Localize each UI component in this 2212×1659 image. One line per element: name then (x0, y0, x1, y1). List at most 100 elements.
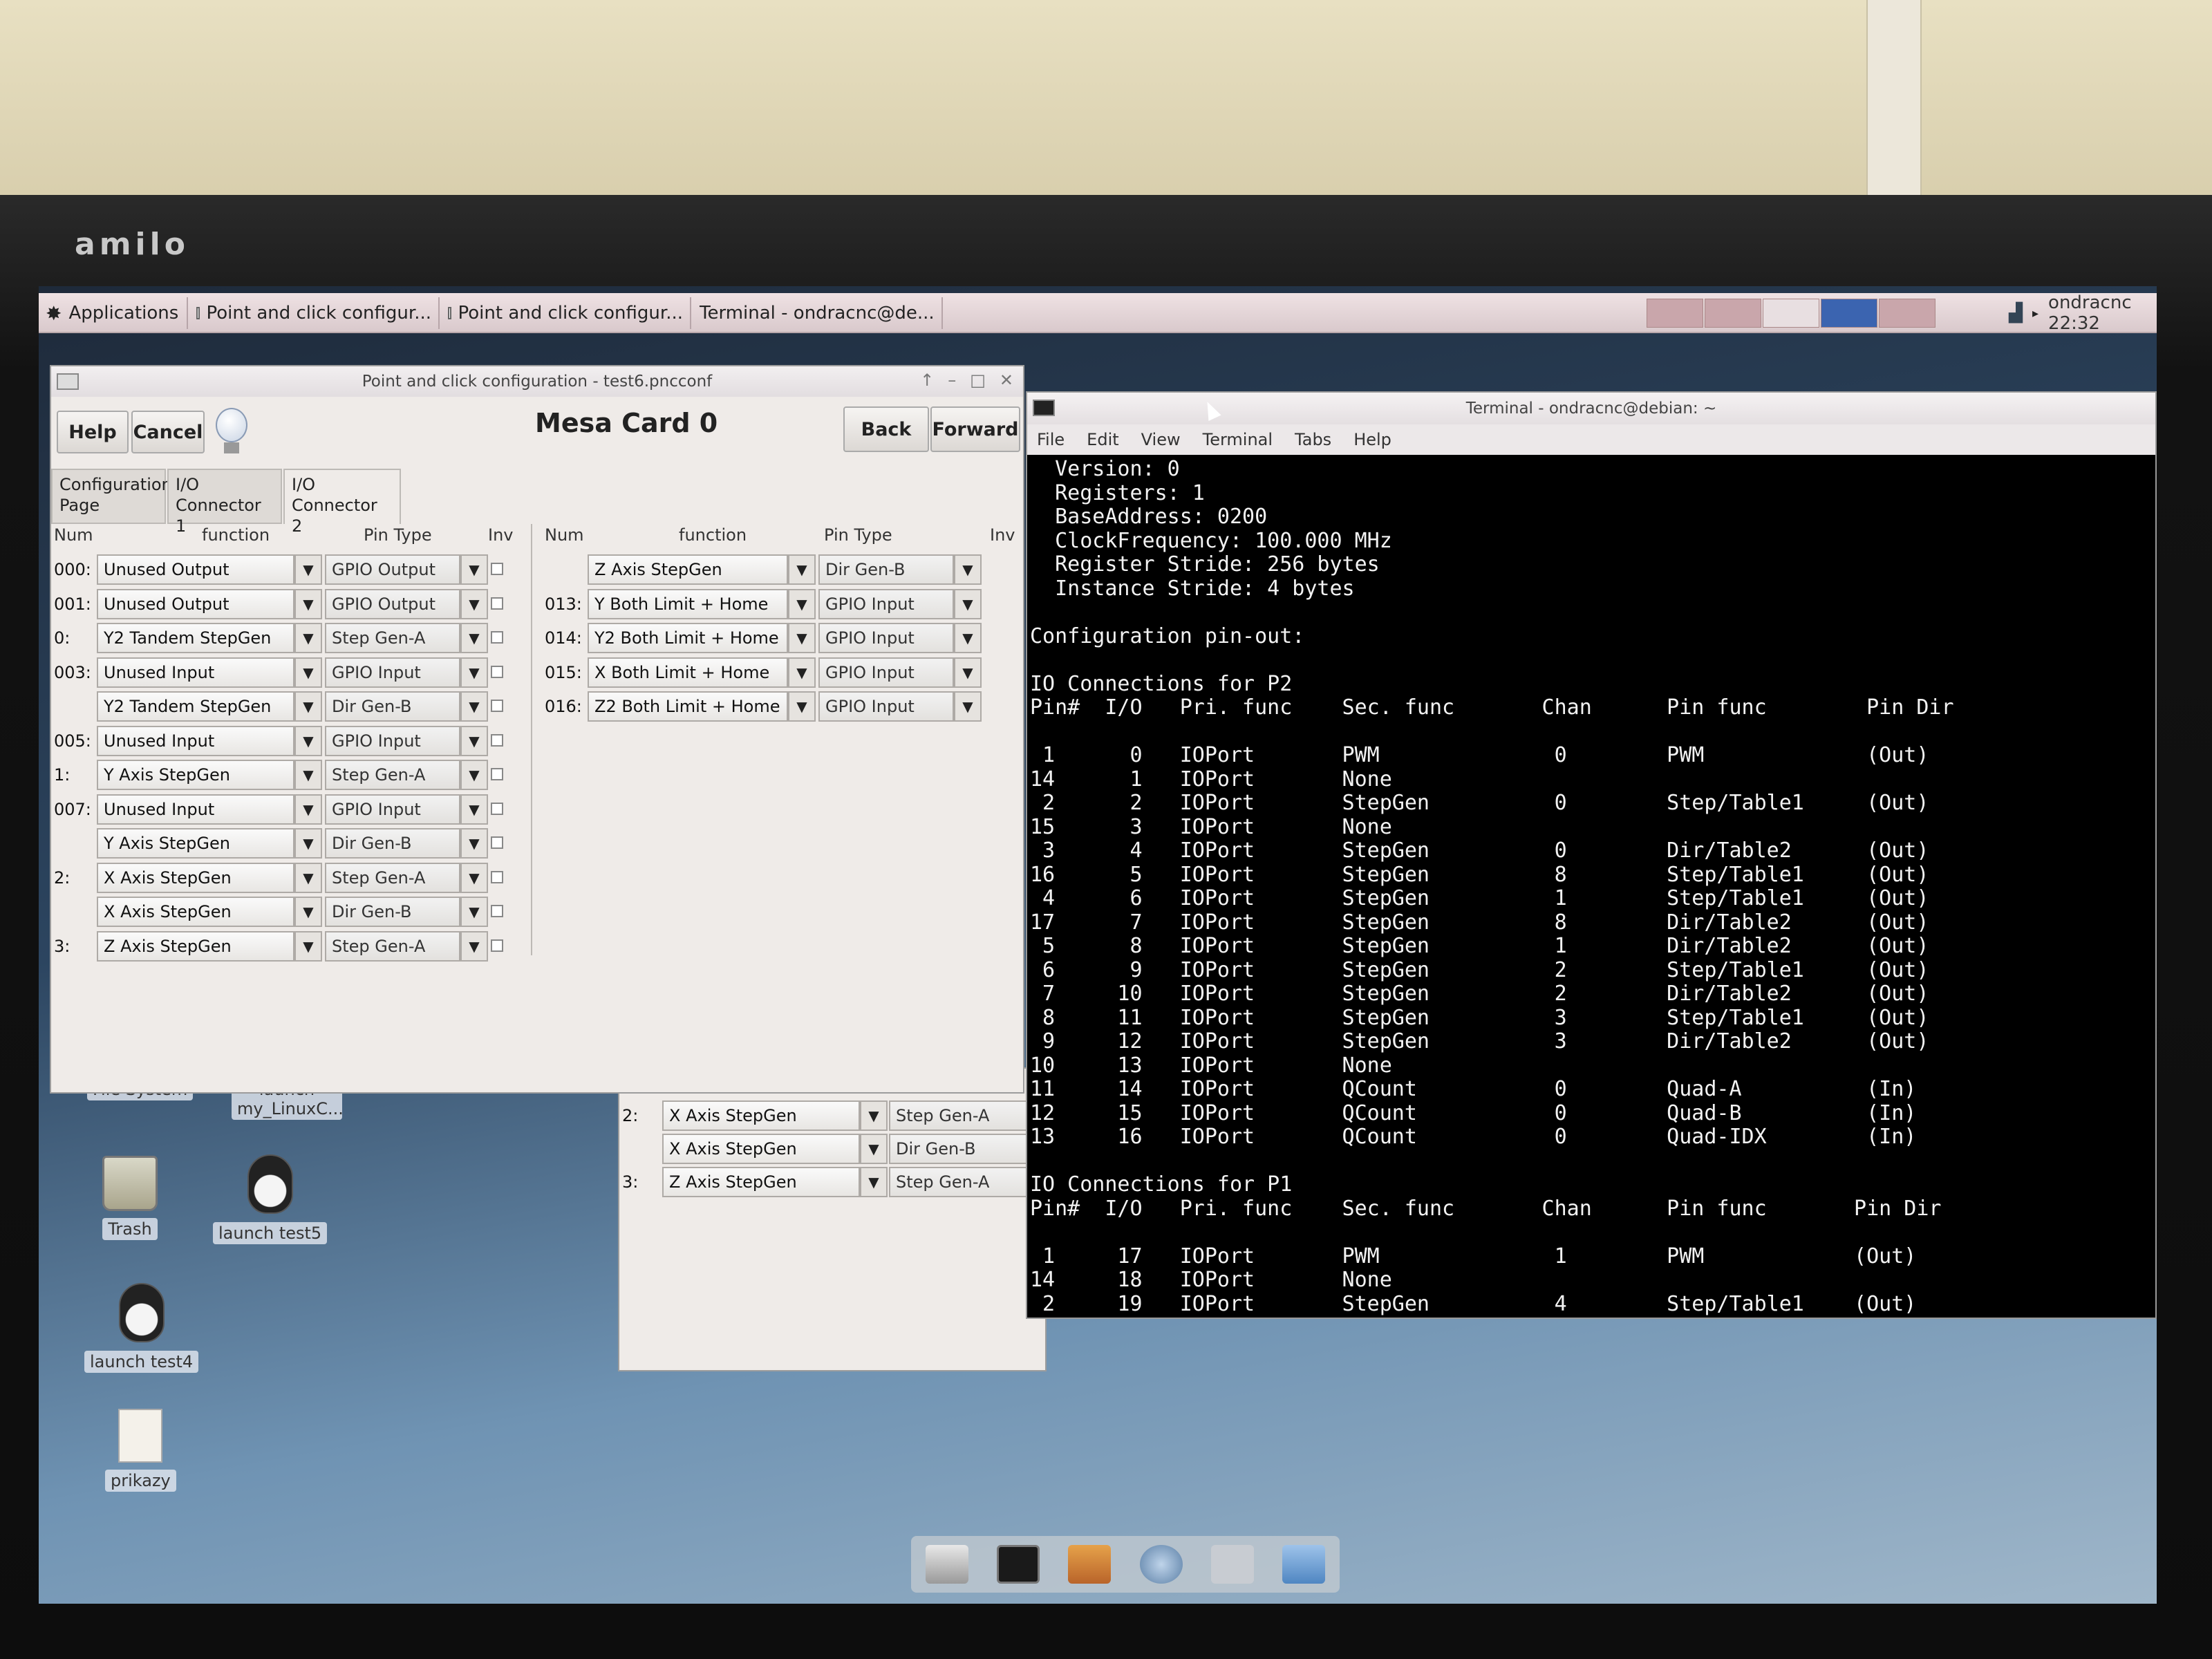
dropdown-arrow-icon[interactable]: ▼ (294, 794, 322, 825)
menu-terminal[interactable]: Terminal (1203, 430, 1273, 449)
pin-type-combo[interactable]: GPIO Input (325, 657, 460, 688)
function-combo[interactable]: Z Axis StepGen (588, 554, 788, 585)
pin-type-combo[interactable]: Dir Gen-B (818, 554, 954, 585)
dropdown-arrow-icon[interactable]: ▼ (294, 897, 322, 927)
invert-checkbox[interactable] (491, 700, 503, 712)
dropdown-arrow-icon[interactable]: ▼ (788, 691, 816, 722)
function-combo[interactable]: X Axis StepGen (662, 1134, 860, 1164)
dropdown-arrow-icon[interactable]: ▼ (460, 760, 488, 790)
workspace-3[interactable] (1763, 299, 1819, 328)
pin-type-combo[interactable]: Step Gen-A (889, 1167, 1048, 1197)
close-icon[interactable]: ✕ (1000, 371, 1013, 390)
invert-checkbox[interactable] (491, 563, 503, 575)
tab-io-connector-2[interactable]: I/O Connector 2 (283, 469, 401, 536)
menu-view[interactable]: View (1141, 430, 1181, 449)
dropdown-arrow-icon[interactable]: ▼ (460, 588, 488, 619)
dropdown-arrow-icon[interactable]: ▼ (294, 760, 322, 790)
tab-configuration-page[interactable]: Configuration Page (51, 469, 172, 524)
pin-type-combo[interactable]: GPIO Input (818, 657, 954, 688)
dropdown-arrow-icon[interactable]: ▼ (460, 897, 488, 927)
config-window-titlebar[interactable]: Point and click configuration - test6.pn… (51, 366, 1023, 397)
invert-checkbox[interactable] (491, 802, 503, 815)
invert-checkbox[interactable] (491, 836, 503, 849)
function-combo[interactable]: Unused Output (97, 588, 294, 619)
pin-type-combo[interactable]: GPIO Input (325, 794, 460, 825)
dropdown-arrow-icon[interactable]: ▼ (460, 657, 488, 688)
dropdown-arrow-icon[interactable]: ▼ (788, 554, 816, 585)
help-button[interactable]: Help (57, 411, 129, 453)
file-manager-launcher-icon[interactable] (1068, 1545, 1112, 1584)
invert-checkbox[interactable] (491, 939, 503, 952)
function-combo[interactable]: Y2 Tandem StepGen (97, 691, 294, 722)
show-desktop-icon[interactable] (925, 1545, 968, 1584)
menu-file[interactable]: File (1037, 430, 1065, 449)
dropdown-arrow-icon[interactable]: ▼ (294, 623, 322, 653)
dropdown-arrow-icon[interactable]: ▼ (460, 828, 488, 859)
maximize-icon[interactable]: □ (970, 371, 986, 390)
pin-type-combo[interactable]: Dir Gen-B (889, 1134, 1048, 1164)
task-config-window-1[interactable]: Point and click configur... (189, 297, 440, 329)
clock[interactable]: ondracnc 22:32 (2048, 292, 2157, 334)
terminal-output[interactable]: Version: 0 Registers: 1 BaseAddress: 020… (1030, 458, 2155, 1318)
desktop-icon-trash[interactable]: Trash (102, 1156, 158, 1240)
function-combo[interactable]: Y Axis StepGen (97, 760, 294, 790)
pin-type-combo[interactable]: Dir Gen-B (325, 897, 460, 927)
pin-type-combo[interactable]: Step Gen-A (325, 930, 460, 962)
function-combo[interactable]: Unused Input (97, 794, 294, 825)
dropdown-arrow-icon[interactable]: ▼ (860, 1167, 888, 1197)
dropdown-arrow-icon[interactable]: ▼ (860, 1100, 888, 1131)
desktop-icon-prikazy[interactable]: prikazy (105, 1409, 176, 1492)
terminal-launcher-icon[interactable] (996, 1545, 1040, 1584)
pin-type-combo[interactable]: Step Gen-A (325, 862, 460, 893)
invert-checkbox[interactable] (491, 768, 503, 780)
task-terminal-window[interactable]: Terminal - ondracnc@de... (693, 297, 943, 329)
background-config-window[interactable]: 2: X Axis StepGen ▼ Step Gen-A X Axis St… (618, 1067, 1048, 1371)
invert-checkbox[interactable] (491, 733, 503, 747)
invert-checkbox[interactable] (491, 597, 503, 610)
invert-checkbox[interactable] (491, 631, 503, 644)
dropdown-arrow-icon[interactable]: ▼ (294, 657, 322, 688)
forward-button[interactable]: Forward (930, 406, 1020, 452)
dropdown-arrow-icon[interactable]: ▼ (860, 1134, 888, 1164)
tab-io-connector-1[interactable]: I/O Connector 1 (167, 469, 282, 536)
dropdown-arrow-icon[interactable]: ▼ (788, 588, 816, 619)
function-combo[interactable]: Y2 Tandem StepGen (97, 623, 294, 653)
pin-type-combo[interactable]: Step Gen-A (889, 1100, 1048, 1131)
dropdown-arrow-icon[interactable]: ▼ (954, 691, 982, 722)
invert-checkbox[interactable] (491, 905, 503, 917)
dropdown-arrow-icon[interactable]: ▼ (294, 862, 322, 893)
dropdown-arrow-icon[interactable]: ▼ (294, 725, 322, 756)
dropdown-arrow-icon[interactable]: ▼ (954, 623, 982, 653)
pin-type-combo[interactable]: Dir Gen-B (325, 828, 460, 859)
function-combo[interactable]: Y2 Both Limit + Home (588, 623, 788, 653)
pin-type-combo[interactable]: GPIO Input (818, 691, 954, 722)
terminal-icon[interactable] (1033, 400, 1055, 416)
dropdown-arrow-icon[interactable]: ▼ (954, 588, 982, 619)
dropdown-arrow-icon[interactable]: ▼ (294, 930, 322, 962)
dropdown-arrow-icon[interactable]: ▼ (788, 657, 816, 688)
dropdown-arrow-icon[interactable]: ▼ (460, 930, 488, 962)
dropdown-arrow-icon[interactable]: ▼ (294, 554, 322, 585)
workspace-1[interactable] (1647, 299, 1703, 328)
dropdown-arrow-icon[interactable]: ▼ (460, 554, 488, 585)
desktop-icon-launch-test4[interactable]: launch test4 (84, 1283, 199, 1373)
function-combo[interactable]: Y Both Limit + Home (588, 588, 788, 619)
pin-type-combo[interactable]: Dir Gen-B (325, 691, 460, 722)
web-browser-icon[interactable] (1139, 1545, 1183, 1584)
applications-menu-button[interactable]: ✸ Applications (39, 297, 188, 329)
invert-checkbox[interactable] (491, 870, 503, 883)
back-button[interactable]: Back (843, 406, 929, 452)
task-config-window-2[interactable]: Point and click configur... (441, 297, 691, 329)
function-combo[interactable]: Z Axis StepGen (97, 930, 294, 962)
pin-type-combo[interactable]: Step Gen-A (325, 623, 460, 653)
dropdown-arrow-icon[interactable]: ▼ (954, 657, 982, 688)
function-combo[interactable]: X Both Limit + Home (588, 657, 788, 688)
window-menu-icon[interactable] (57, 373, 79, 390)
terminal-window[interactable]: Terminal - ondracnc@debian: ~ File Edit … (1026, 391, 2157, 1319)
search-icon[interactable] (1210, 1545, 1254, 1584)
dropdown-arrow-icon[interactable]: ▼ (294, 828, 322, 859)
menu-edit[interactable]: Edit (1087, 430, 1118, 449)
invert-checkbox[interactable] (491, 665, 503, 678)
dropdown-arrow-icon[interactable]: ▼ (460, 794, 488, 825)
folder-icon[interactable] (1282, 1545, 1326, 1584)
